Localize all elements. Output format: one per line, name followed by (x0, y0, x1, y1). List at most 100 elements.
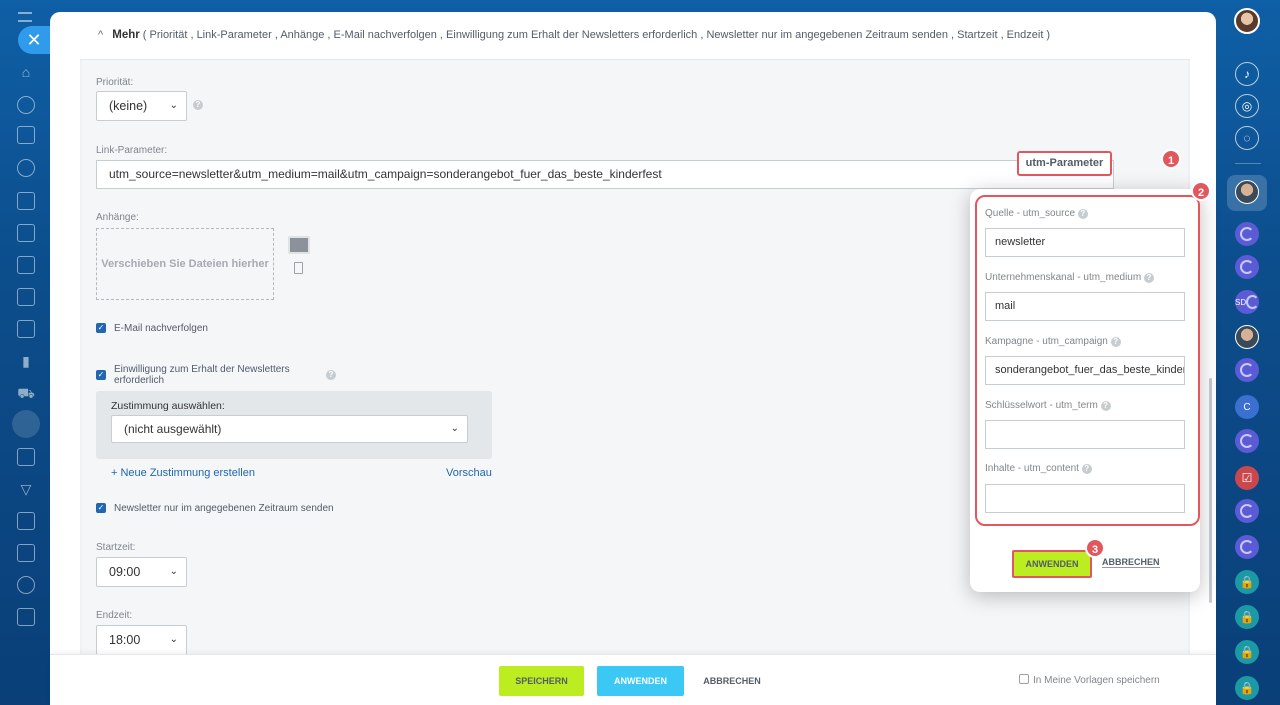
tasks-icon[interactable] (17, 126, 35, 144)
help-icon[interactable]: ? (326, 370, 336, 380)
help-icon[interactable]: ? (1100, 401, 1111, 411)
utm-content-input[interactable] (985, 484, 1185, 513)
save-template-option[interactable]: In Meine Vorlagen speichern (1019, 674, 1160, 686)
help-icon[interactable]: ? (1110, 337, 1121, 347)
step-badge-2: 2 (1191, 181, 1211, 201)
help-icon[interactable]: ? (1143, 273, 1154, 283)
chevron-up-icon: ^ (98, 29, 104, 41)
home-icon[interactable]: ⌂ (17, 63, 35, 81)
apps-icon[interactable] (17, 608, 35, 626)
chevron-down-icon: ⌄ (169, 634, 178, 645)
utm-term-label: Schlüsselwort - utm_term ? (985, 400, 1111, 411)
preview-link[interactable]: Vorschau (446, 467, 492, 479)
help-icon[interactable]: ? (1077, 209, 1088, 219)
priority-label: Priorität: (96, 77, 134, 88)
left-sidebar: ✕ ⌂ ▮ ⛟ ▽ (0, 0, 50, 705)
chevron-down-icon: ⌄ (169, 566, 178, 577)
utm-apply-button[interactable]: ANWENDEN (1012, 550, 1092, 578)
chat-avatar-sd[interactable]: SD (1235, 290, 1259, 314)
more-section-header[interactable]: ^ Mehr ( Priorität , Link-Parameter , An… (80, 12, 1190, 60)
consent-select-label: Zustimmung auswählen: (111, 400, 225, 412)
utm-campaign-label: Kampagne - utm_campaign ? (985, 336, 1121, 347)
search-chat-icon[interactable]: ◌ (1235, 126, 1259, 150)
start-time-select[interactable]: 09:00 ⌄ (96, 557, 187, 587)
utm-content-label: Inhalte - utm_content ? (985, 463, 1092, 474)
checklist-icon[interactable] (17, 288, 35, 306)
chat-icon-5[interactable] (1235, 499, 1259, 523)
cancel-button[interactable]: ABBRECHEN (697, 666, 767, 696)
sites-icon[interactable] (17, 256, 35, 274)
link-params-input[interactable]: utm_source=newsletter&utm_medium=mail&ut… (96, 160, 1114, 189)
utm-source-label: Quelle - utm_source ? (985, 208, 1088, 219)
footer-bar: SPEICHERN ANWENDEN ABBRECHEN In Meine Vo… (50, 654, 1216, 705)
end-time-label: Endzeit: (96, 610, 133, 621)
chat-icon-2[interactable] (1235, 255, 1259, 279)
save-button[interactable]: SPEICHERN (499, 666, 584, 696)
chat-avatar-c[interactable]: C (1235, 395, 1259, 419)
drive-icon[interactable] (17, 544, 35, 562)
activity-icon[interactable]: ◎ (1235, 94, 1259, 118)
chat-icon[interactable] (17, 320, 35, 338)
step-badge-3: 3 (1085, 538, 1105, 558)
lock-icon-1[interactable]: 🔒 (1235, 570, 1259, 594)
mail-icon[interactable] (17, 224, 35, 242)
analytics-icon[interactable]: ▮ (17, 352, 35, 370)
consent-label: Einwilligung zum Erhalt der Newsletters … (114, 364, 290, 386)
help-icon[interactable]: ? (193, 100, 203, 110)
save-template-checkbox[interactable] (1019, 674, 1029, 684)
link-params-label: Link-Parameter: (96, 145, 168, 156)
priority-select[interactable]: (keine) ⌄ (96, 91, 187, 121)
period-checkbox[interactable]: ✓ (96, 503, 106, 513)
utm-medium-input[interactable]: mail (985, 292, 1185, 321)
file-icon[interactable] (294, 262, 303, 274)
file-dropzone[interactable]: Verschieben Sie Dateien hierher (96, 228, 274, 300)
end-time-select[interactable]: 18:00 ⌄ (96, 625, 187, 655)
help-icon[interactable]: ? (1081, 464, 1092, 474)
right-sidebar: ♪ ◎ ◌ SD C ☑ 🔒 🔒 🔒 🔒 (1218, 0, 1280, 705)
utm-term-input[interactable] (985, 420, 1185, 449)
scrollbar[interactable] (1209, 378, 1212, 603)
chat-icon-3[interactable] (1235, 358, 1259, 382)
apply-button[interactable]: ANWENDEN (597, 666, 684, 696)
messages-icon[interactable] (17, 512, 35, 530)
image-icon[interactable] (288, 236, 310, 254)
period-label: Newsletter nur im angegebenen Zeitraum s… (114, 503, 334, 514)
divider (1235, 163, 1261, 164)
utm-source-input[interactable]: newsletter (985, 228, 1185, 257)
utm-campaign-input[interactable]: sonderangebot_fuer_das_beste_kinderfest (985, 356, 1185, 385)
contacts-icon[interactable] (17, 159, 35, 177)
chat-icon-4[interactable] (1235, 429, 1259, 453)
create-consent-link[interactable]: + Neue Zustimmung erstellen (111, 467, 255, 479)
start-time-label: Startzeit: (96, 542, 136, 553)
chat-avatar-photo-1[interactable] (1235, 180, 1259, 204)
task-chat-icon[interactable]: ☑ (1235, 466, 1259, 490)
consent-select[interactable]: (nicht ausgewählt) ⌄ (111, 415, 468, 443)
utm-cancel-button[interactable]: ABBRECHEN (1102, 557, 1160, 568)
filter-icon[interactable]: ▽ (17, 480, 35, 498)
settings-icon[interactable] (17, 576, 35, 594)
chat-avatar-photo-2[interactable] (1235, 325, 1259, 349)
inventory-icon[interactable] (17, 448, 35, 466)
feed-icon[interactable] (17, 96, 35, 114)
utm-medium-label: Unternehmenskanal - utm_medium ? (985, 272, 1154, 283)
menu-icon[interactable] (18, 12, 32, 22)
track-email-checkbox[interactable]: ✓ (96, 323, 106, 333)
lock-icon-4[interactable]: 🔒 (1235, 676, 1259, 700)
lock-icon-2[interactable]: 🔒 (1235, 605, 1259, 629)
track-email-label: E-Mail nachverfolgen (114, 323, 208, 334)
cart-icon[interactable]: ⛟ (17, 384, 35, 402)
step-badge-1: 1 (1161, 149, 1181, 169)
lock-icon-3[interactable]: 🔒 (1235, 640, 1259, 664)
consent-checkbox[interactable]: ✓ (96, 370, 106, 380)
user-avatar[interactable] (1234, 8, 1260, 34)
notifications-icon[interactable]: ♪ (1235, 62, 1259, 86)
utm-parameter-button[interactable]: utm-Parameter (1017, 151, 1112, 176)
chevron-down-icon: ⌄ (450, 423, 459, 434)
chat-icon-1[interactable] (1235, 222, 1259, 246)
close-slider-button[interactable]: ✕ (18, 26, 50, 54)
more-summary: ( Priorität , Link-Parameter , Anhänge ,… (142, 29, 1051, 41)
documents-icon[interactable] (17, 192, 35, 210)
marketing-icon[interactable] (12, 410, 40, 438)
chevron-down-icon: ⌄ (169, 100, 178, 111)
chat-icon-6[interactable] (1235, 535, 1259, 559)
